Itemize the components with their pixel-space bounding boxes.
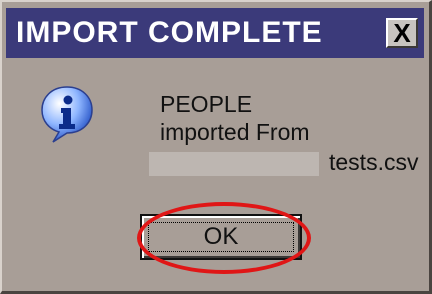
close-icon: X (393, 18, 411, 48)
redacted-path (149, 151, 319, 176)
title-bar: IMPORT COMPLETE X (6, 8, 424, 58)
import-complete-dialog: IMPORT COMPLETE X PEOPLE imported From t… (0, 0, 432, 294)
ok-button-label: OK (148, 222, 294, 252)
message-line-2: imported From (160, 119, 310, 145)
close-button[interactable]: X (386, 18, 418, 48)
file-name: tests.csv (329, 149, 419, 175)
message-line-3: tests.csv (149, 148, 418, 176)
dialog-title: IMPORT COMPLETE (16, 16, 323, 49)
message-line-1: PEOPLE (160, 91, 253, 117)
ok-button[interactable]: OK (140, 214, 302, 260)
info-icon (41, 86, 93, 143)
